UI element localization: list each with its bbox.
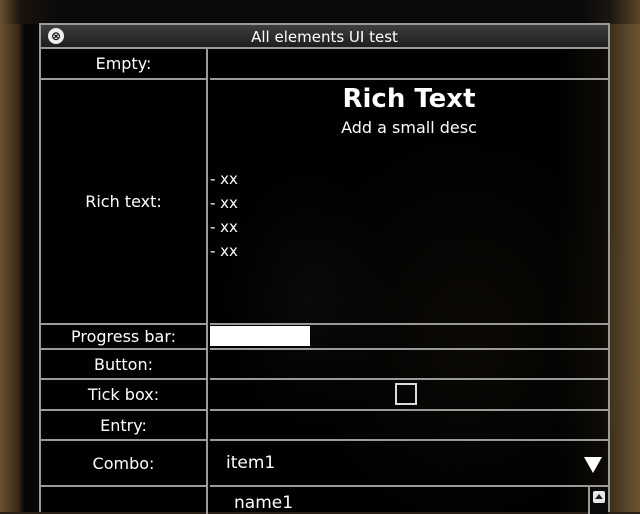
rich-text-label-cell: Rich text:	[41, 80, 208, 325]
list-item: - xx	[210, 242, 238, 260]
empty-label: Empty:	[95, 54, 152, 73]
progress-label: Progress bar:	[70, 327, 176, 346]
window-title: All elements UI test	[251, 28, 398, 46]
ui-test-window: ⊗ All elements UI test Empty: Rich text:…	[39, 23, 610, 514]
progress-bar-fill	[210, 326, 310, 346]
list-item[interactable]: name1	[234, 492, 293, 514]
tickbox-cell	[210, 380, 608, 411]
tickbox-label: Tick box:	[87, 385, 160, 404]
rich-text-label: Rich text:	[85, 192, 162, 211]
list-label-cell	[41, 487, 208, 514]
empty-value-cell	[210, 49, 608, 80]
entry-label-cell: Entry:	[41, 411, 208, 441]
combo-label-cell: Combo:	[41, 441, 208, 487]
combo-selected-value: item1	[226, 453, 276, 473]
list-scrollbar[interactable]	[588, 487, 608, 514]
entry-label: Entry:	[100, 415, 147, 435]
scroll-up-icon[interactable]	[593, 491, 605, 503]
combo-dropdown[interactable]: item1	[210, 441, 608, 487]
button-label-cell: Button:	[41, 350, 208, 380]
tickbox-checkbox[interactable]	[395, 383, 417, 405]
test-button[interactable]	[210, 350, 608, 380]
empty-label-cell: Empty:	[41, 49, 208, 80]
combo-label: Combo:	[92, 453, 155, 473]
progress-bar	[210, 325, 608, 350]
list-item: - xx	[210, 218, 238, 236]
title-bar[interactable]: ⊗ All elements UI test	[41, 25, 608, 49]
button-label: Button:	[94, 354, 153, 374]
list-item: - xx	[210, 194, 238, 212]
rich-text-heading: Rich Text	[342, 84, 476, 114]
list-item: - xx	[210, 170, 238, 188]
rich-text-list: - xx - xx - xx - xx	[210, 167, 238, 263]
progress-label-cell: Progress bar:	[41, 325, 208, 350]
tickbox-label-cell: Tick box:	[41, 380, 208, 411]
background-top	[0, 0, 640, 24]
rich-text-subheading: Add a small desc	[341, 118, 477, 137]
rich-text-panel: Rich Text Add a small desc - xx - xx - x…	[210, 80, 608, 325]
list-box[interactable]: name1	[210, 487, 608, 514]
entry-field[interactable]	[210, 411, 608, 441]
dropdown-arrow-icon[interactable]	[584, 457, 602, 473]
